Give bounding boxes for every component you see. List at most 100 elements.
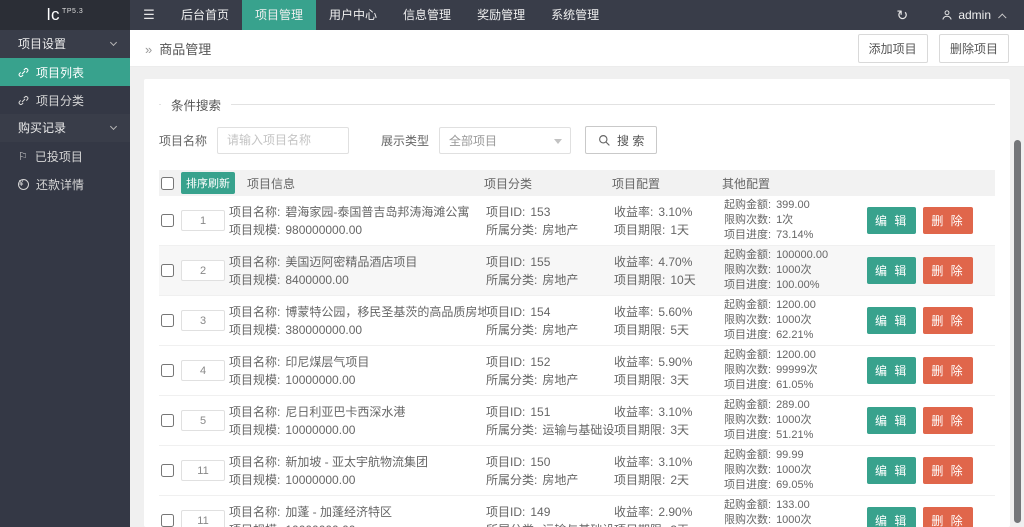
nav-item-dashboard[interactable]: 后台首页 xyxy=(168,0,242,30)
min-amount-value: 133.00 xyxy=(776,499,810,511)
delete-button[interactable]: 删 除 xyxy=(923,207,973,234)
progress-label: 项目进度: xyxy=(724,379,772,391)
project-name-label: 项目名称: xyxy=(229,204,281,219)
project-scale-label: 项目规模: xyxy=(229,472,281,487)
delete-button[interactable]: 删 除 xyxy=(923,257,973,284)
user-menu[interactable]: admin xyxy=(923,8,1024,22)
progress-value: 100.00% xyxy=(776,279,820,291)
progress-value: 73.14% xyxy=(776,229,814,241)
app-logo[interactable]: lc TP5.3 xyxy=(0,0,130,30)
sidebar-item-invested-projects[interactable]: ⚐ 已投项目 xyxy=(0,142,130,170)
edit-button[interactable]: 编 辑 xyxy=(867,307,917,334)
row-checkbox[interactable] xyxy=(161,364,174,377)
edit-button[interactable]: 编 辑 xyxy=(867,507,917,527)
link-icon xyxy=(18,95,29,106)
row-checkbox[interactable] xyxy=(161,464,174,477)
category-value: 房地产 xyxy=(542,222,579,237)
sidebar-item-project-category[interactable]: 项目分类 xyxy=(0,86,130,114)
nav-item-reward-management[interactable]: 奖励管理 xyxy=(464,0,538,30)
min-amount-label: 起购金额: xyxy=(724,399,772,411)
table-row: 项目名称:碧海家园-泰国普吉岛邦涛海滩公寓 项目规模:980000000.00 … xyxy=(159,196,995,246)
refresh-icon[interactable]: ↻ xyxy=(881,7,923,24)
category-value: 房地产 xyxy=(542,272,579,287)
project-id-value: 152 xyxy=(530,354,551,369)
category-value: 房地产 xyxy=(542,472,579,487)
edit-button[interactable]: 编 辑 xyxy=(867,457,917,484)
delete-button[interactable]: 删 除 xyxy=(923,507,973,527)
sort-order-input[interactable] xyxy=(181,510,225,527)
project-scale-label: 项目规模: xyxy=(229,272,281,287)
purchase-limit-value: 1次 xyxy=(776,214,794,226)
projects-table: 排序刷新 项目信息 项目分类 项目配置 其他配置 项目名称: 碧海家园-泰国普吉岛… xyxy=(159,170,995,527)
menu-toggle-icon[interactable]: ☰ xyxy=(130,0,168,30)
top-navigation: 后台首页 项目管理 用户中心 信息管理 奖励管理 系统管理 xyxy=(168,0,612,30)
min-amount-value: 399.00 xyxy=(776,199,810,211)
project-name-value: 尼日利亚巴卡西深水港 xyxy=(285,404,406,419)
table-row: 项目名称: 尼日利亚巴卡西深水港 项目规模: 10000000.00 项目ID: 15… xyxy=(159,396,995,446)
delete-button[interactable]: 删 除 xyxy=(923,407,973,434)
row-checkbox[interactable] xyxy=(161,414,174,427)
vertical-scrollbar[interactable] xyxy=(1014,140,1021,523)
sidebar-item-project-list[interactable]: 项目列表 xyxy=(0,58,130,86)
purchase-limit-label: 限购次数: xyxy=(724,214,772,226)
min-amount-value: 100000.00 xyxy=(776,249,829,261)
nav-item-info-management[interactable]: 信息管理 xyxy=(390,0,464,30)
period-label: 项目期限: xyxy=(614,322,666,337)
project-name-label: 项目名称: xyxy=(229,504,281,519)
sidebar-group-purchase-records[interactable]: 购买记录 xyxy=(0,114,130,142)
sort-order-input[interactable] xyxy=(181,260,225,281)
row-checkbox[interactable] xyxy=(161,314,174,327)
row-checkbox[interactable] xyxy=(161,214,174,227)
min-amount-label: 起购金额: xyxy=(724,199,772,211)
select-caret-icon xyxy=(554,138,563,144)
category-label: 所属分类: xyxy=(486,222,538,237)
logo-version: TP5.3 xyxy=(62,7,84,15)
topbar: lc TP5.3 ☰ 后台首页 项目管理 用户中心 信息管理 奖励管理 系统管理 … xyxy=(0,0,1024,30)
select-all-checkbox[interactable] xyxy=(161,176,174,190)
add-project-button[interactable]: 添加项目 xyxy=(857,33,928,63)
search-icon xyxy=(598,134,611,147)
project-name-input[interactable] xyxy=(217,126,350,154)
progress-label: 项目进度: xyxy=(724,479,772,491)
edit-button[interactable]: 编 辑 xyxy=(867,407,917,434)
row-checkbox[interactable] xyxy=(161,514,174,527)
edit-button[interactable]: 编 辑 xyxy=(867,207,917,234)
sidebar-item-repayment-details[interactable]: ¥ 还款详情 xyxy=(0,170,130,198)
nav-item-project-management[interactable]: 项目管理 xyxy=(242,0,317,30)
nav-item-user-center[interactable]: 用户中心 xyxy=(316,0,390,30)
username: admin xyxy=(958,8,991,22)
row-checkbox[interactable] xyxy=(161,264,174,277)
project-name-value: 印尼煤层气项目 xyxy=(285,354,370,369)
sort-order-input[interactable] xyxy=(181,460,225,481)
table-row: 项目名称: 加蓬 - 加蓬经济特区 项目规模: 10000000.00 项目ID: 1… xyxy=(159,496,995,527)
sidebar-group-project-settings[interactable]: 项目设置 xyxy=(0,30,130,58)
purchase-limit-label: 限购次数: xyxy=(724,514,772,526)
progress-label: 项目进度: xyxy=(724,429,772,441)
rate-label: 收益率: xyxy=(614,504,654,519)
progress-label: 项目进度: xyxy=(724,229,772,241)
delete-button[interactable]: 删 除 xyxy=(923,457,973,484)
progress-value: 51.21% xyxy=(776,429,814,441)
edit-button[interactable]: 编 辑 xyxy=(867,357,917,384)
sort-order-input[interactable] xyxy=(181,360,225,381)
period-label: 项目期限: xyxy=(614,372,666,387)
delete-button[interactable]: 删 除 xyxy=(923,357,973,384)
display-type-select[interactable]: 全部项目 xyxy=(439,126,572,154)
sort-order-input[interactable] xyxy=(181,210,225,231)
nav-item-system-management[interactable]: 系统管理 xyxy=(538,0,612,30)
sort-order-input[interactable] xyxy=(181,410,225,431)
delete-button[interactable]: 删 除 xyxy=(923,307,973,334)
rate-label: 收益率: xyxy=(614,354,654,369)
delete-project-button[interactable]: 删除项目 xyxy=(938,33,1009,63)
sort-order-input[interactable] xyxy=(181,310,225,331)
project-id-label: 项目ID: xyxy=(486,204,526,219)
search-button[interactable]: 搜 索 xyxy=(585,126,658,154)
purchase-limit-value: 1000次 xyxy=(776,314,812,326)
page-header: » 商品管理 添加项目 删除项目 xyxy=(130,30,1024,67)
min-amount-label: 起购金额: xyxy=(724,249,772,261)
period-value: 3天 xyxy=(670,422,690,437)
period-label: 项目期限: xyxy=(614,272,666,287)
period-value: 3天 xyxy=(670,372,690,387)
sort-refresh-button[interactable]: 排序刷新 xyxy=(181,172,235,194)
edit-button[interactable]: 编 辑 xyxy=(867,257,917,284)
